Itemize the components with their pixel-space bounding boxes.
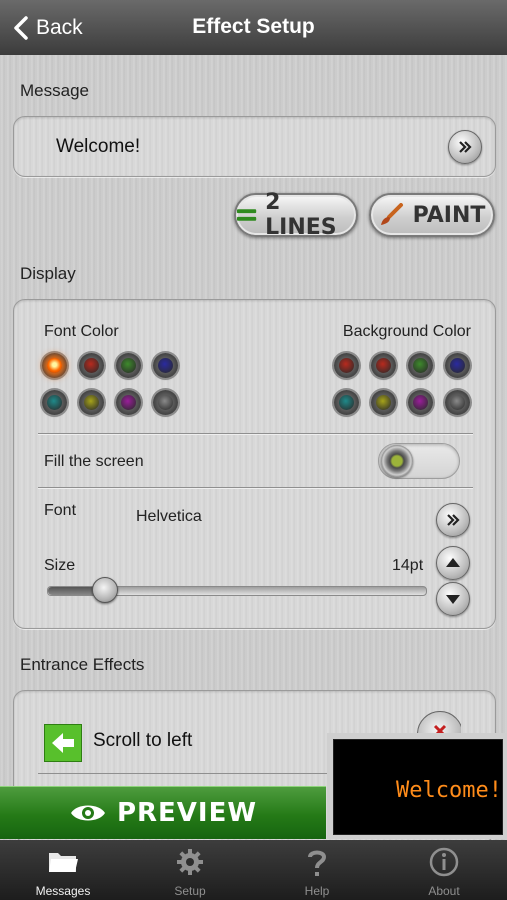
eye-icon xyxy=(70,805,105,821)
tab-label: Messages xyxy=(35,884,91,898)
color-swatch[interactable] xyxy=(153,353,178,378)
color-led xyxy=(339,358,354,373)
color-swatch[interactable] xyxy=(408,390,433,415)
message-panel[interactable]: Welcome! xyxy=(13,116,496,177)
two-lines-label: 2 LINES xyxy=(265,190,337,240)
color-led xyxy=(47,395,62,410)
font-select-button[interactable] xyxy=(436,503,470,537)
entrance-effect-label[interactable]: Scroll to left xyxy=(93,730,192,752)
entrance-section-label: Entrance Effects xyxy=(20,655,145,674)
display-section-label: Display xyxy=(20,264,76,283)
page-title: Effect Setup xyxy=(192,15,315,38)
color-led xyxy=(158,358,173,373)
tab-about[interactable]: About xyxy=(381,840,507,900)
size-value: 14pt xyxy=(392,557,424,574)
tab-setup[interactable]: Setup xyxy=(127,840,253,900)
tab-help[interactable]: Help xyxy=(254,840,380,900)
paint-label: PAINT xyxy=(412,202,486,228)
tab-bar: Messages Setup Help About xyxy=(0,840,507,900)
question-icon xyxy=(308,850,327,876)
color-led xyxy=(450,395,465,410)
color-swatch[interactable] xyxy=(42,353,67,378)
navigation-bar: Back Effect Setup xyxy=(0,0,507,55)
size-label: Size xyxy=(44,557,76,574)
triangle-down-icon xyxy=(446,595,460,604)
color-swatch[interactable] xyxy=(116,390,141,415)
preview-screen-text: Welcome! xyxy=(396,778,502,803)
paint-button[interactable]: PAINT xyxy=(369,193,495,237)
divider xyxy=(38,433,473,434)
close-icon xyxy=(433,724,447,733)
tab-label: About xyxy=(428,884,460,898)
message-text: Welcome! xyxy=(56,136,141,157)
color-swatch[interactable] xyxy=(79,390,104,415)
color-led xyxy=(450,358,465,373)
color-led xyxy=(121,395,136,410)
tab-label: Setup xyxy=(174,884,206,898)
fill-screen-toggle[interactable] xyxy=(378,443,460,479)
tab-messages[interactable]: Messages xyxy=(0,840,126,900)
equals-icon xyxy=(236,209,257,221)
size-increase-button[interactable] xyxy=(436,546,470,580)
folder-icon xyxy=(49,853,78,872)
fill-screen-label: Fill the screen xyxy=(44,453,144,470)
size-decrease-button[interactable] xyxy=(436,582,470,616)
tab-label: Help xyxy=(304,884,330,898)
color-led xyxy=(121,358,136,373)
color-swatch[interactable] xyxy=(116,353,141,378)
color-led xyxy=(47,358,62,373)
color-led xyxy=(84,358,99,373)
color-led xyxy=(413,395,428,410)
color-swatch[interactable] xyxy=(445,390,470,415)
preview-screen[interactable]: Welcome! xyxy=(327,733,507,839)
color-swatch[interactable] xyxy=(445,353,470,378)
display-panel: Font Color Background Color Fill the scr… xyxy=(13,299,496,629)
info-icon xyxy=(429,847,459,877)
color-swatch[interactable] xyxy=(371,353,396,378)
color-led xyxy=(84,395,99,410)
gear-icon xyxy=(177,849,203,875)
font-value: Helvetica xyxy=(136,508,202,525)
color-swatch[interactable] xyxy=(334,353,359,378)
message-edit-button[interactable] xyxy=(448,130,482,164)
message-section-label: Message xyxy=(20,81,89,100)
divider xyxy=(38,487,473,488)
toggle-knob xyxy=(381,445,413,477)
preview-label: PREVIEW xyxy=(116,798,258,828)
preview-button[interactable]: PREVIEW xyxy=(0,786,326,839)
color-led xyxy=(339,395,354,410)
color-led xyxy=(376,358,391,373)
color-swatch[interactable] xyxy=(153,390,178,415)
color-led xyxy=(376,395,391,410)
double-chevron-right-icon xyxy=(447,514,460,526)
remove-effect-button[interactable] xyxy=(417,711,461,733)
font-color-label: Font Color xyxy=(44,323,119,340)
color-swatch[interactable] xyxy=(334,390,359,415)
color-led xyxy=(413,358,428,373)
triangle-up-icon xyxy=(446,558,460,567)
color-led xyxy=(158,395,173,410)
preview-display: Welcome! xyxy=(333,739,503,835)
color-swatch[interactable] xyxy=(42,390,67,415)
background-color-label: Background Color xyxy=(342,323,471,340)
double-chevron-right-icon xyxy=(459,141,472,153)
size-slider-thumb[interactable] xyxy=(92,577,118,603)
color-swatch[interactable] xyxy=(408,353,433,378)
color-swatch[interactable] xyxy=(371,390,396,415)
color-swatch[interactable] xyxy=(79,353,104,378)
font-label: Font xyxy=(44,502,77,519)
arrow-left-icon xyxy=(44,724,82,762)
paintbrush-icon xyxy=(380,203,403,225)
two-lines-button[interactable]: 2 LINES xyxy=(234,190,358,240)
